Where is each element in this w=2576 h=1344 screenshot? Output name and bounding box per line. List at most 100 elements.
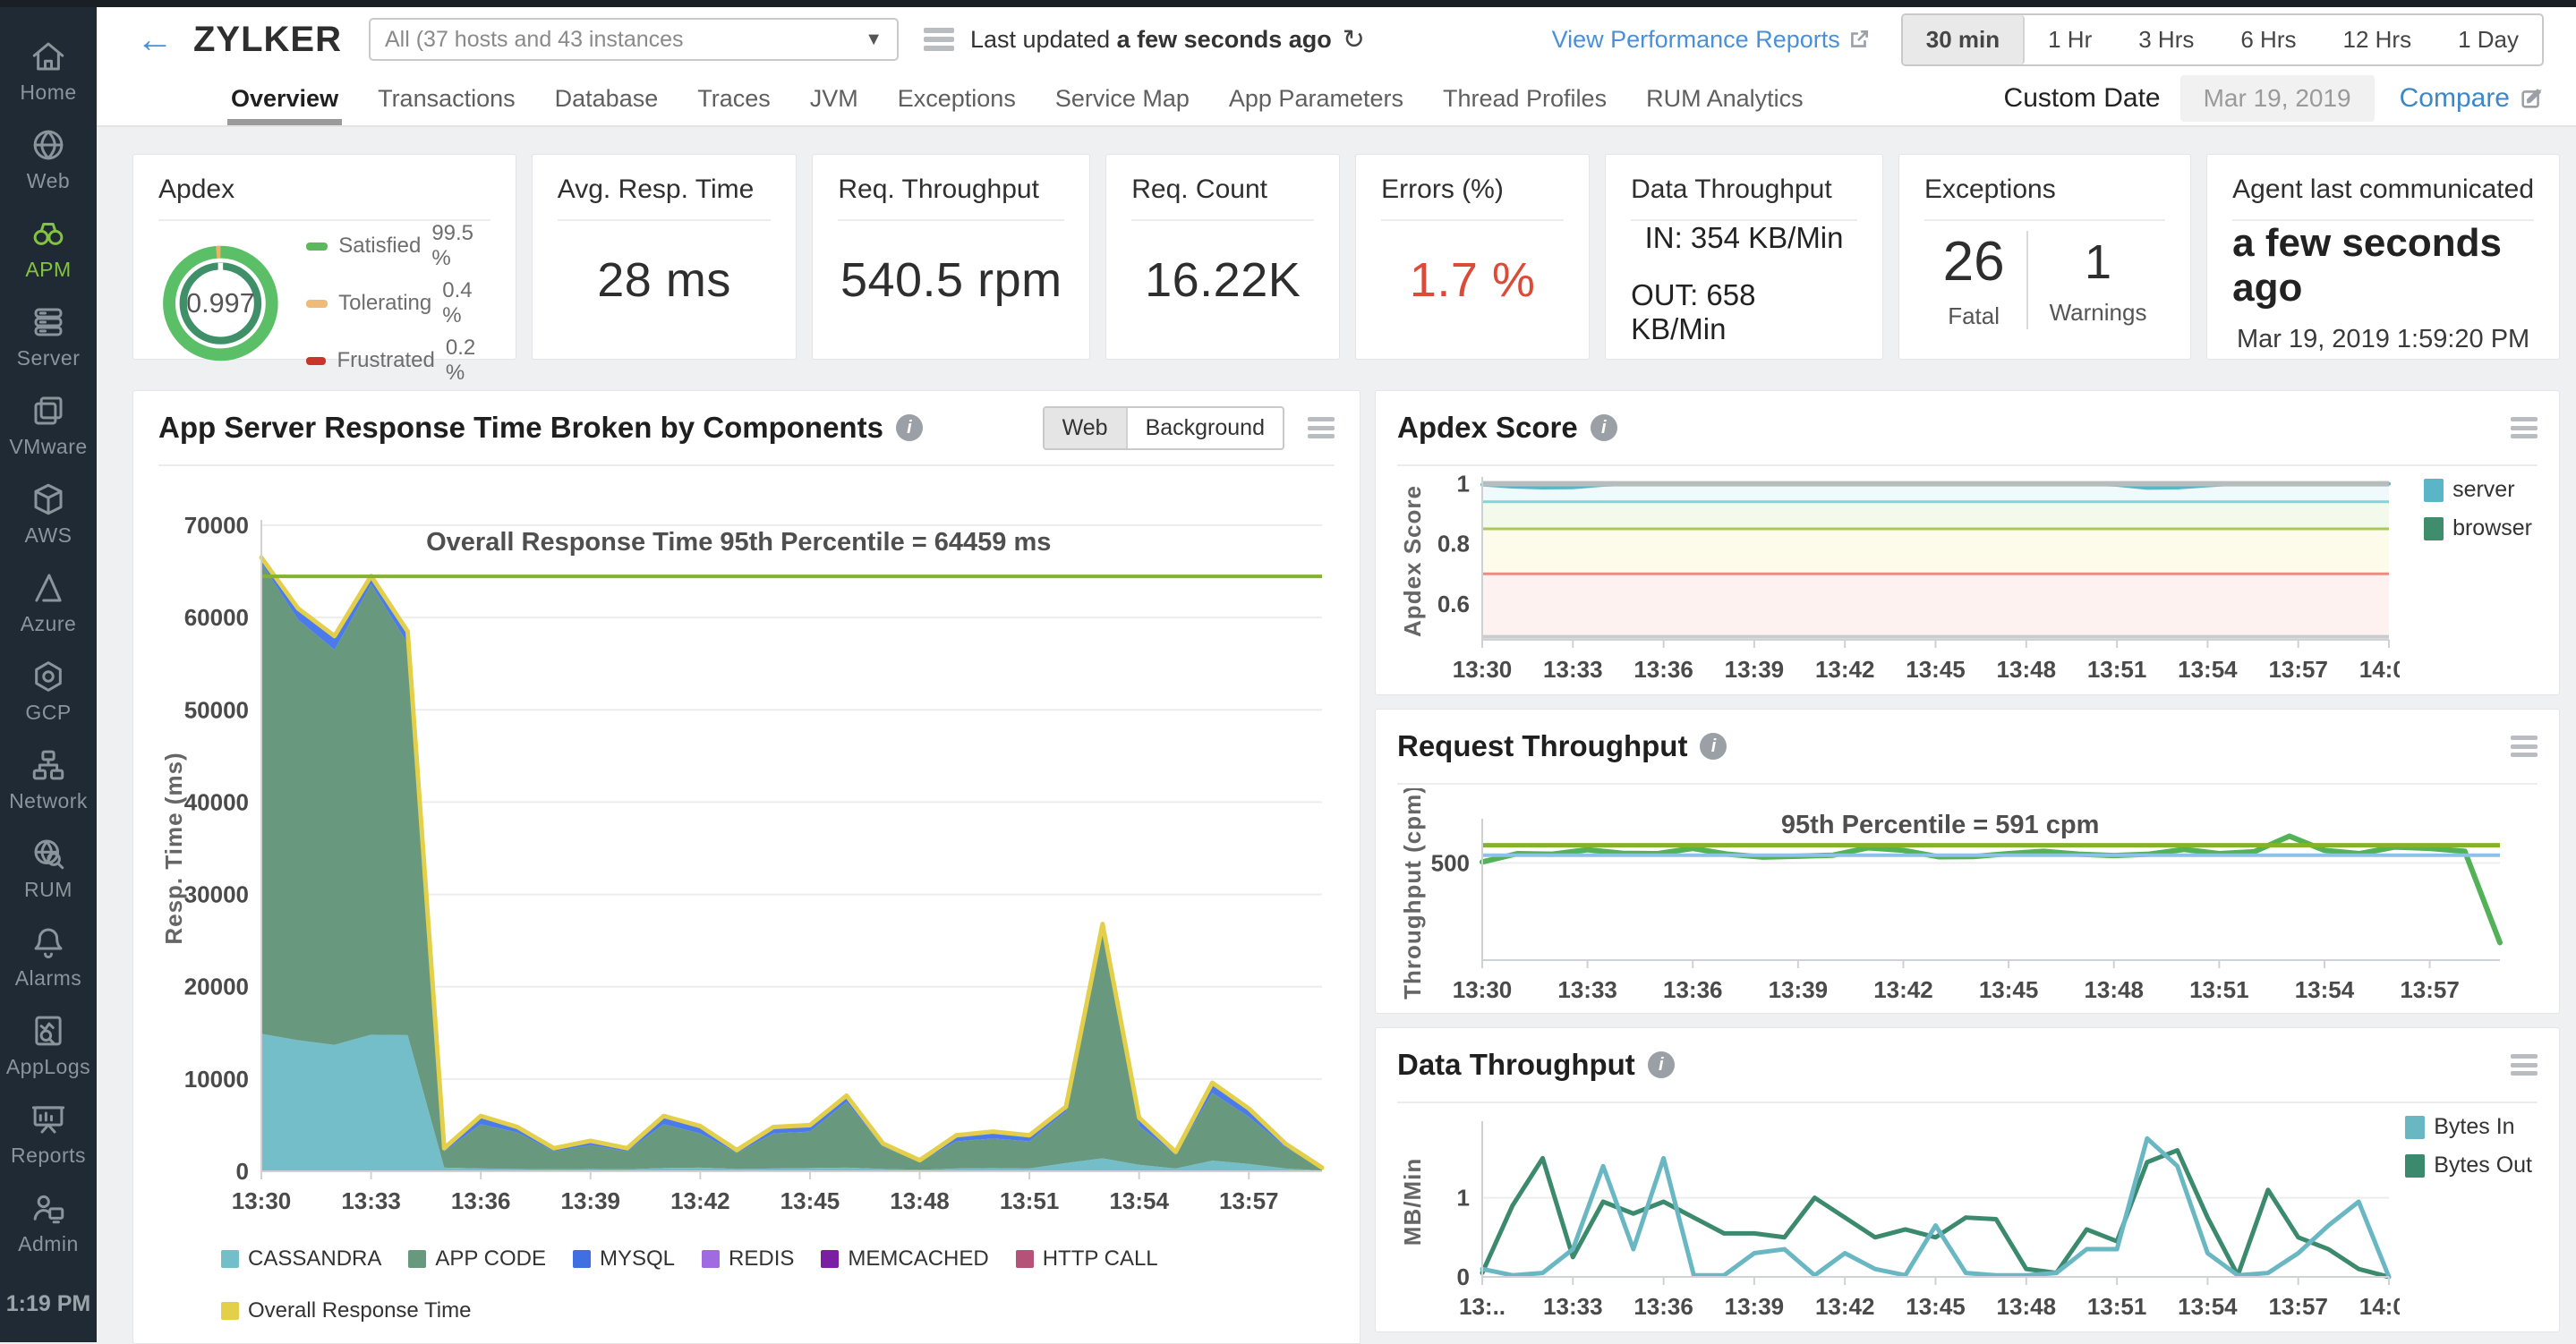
info-icon[interactable]: i: [1700, 733, 1727, 760]
sidebar-item-applogs[interactable]: AppLogs: [0, 1001, 97, 1090]
legend-cassandra[interactable]: CASSANDRA: [221, 1246, 381, 1272]
toggle-background[interactable]: Background: [1128, 408, 1283, 448]
tab-exceptions[interactable]: Exceptions: [898, 72, 1016, 125]
sidebar-item-gcp[interactable]: GCP: [0, 647, 97, 736]
avg-resp-time-card: Avg. Resp. Time 28 ms: [532, 154, 798, 360]
chevron-down-icon: ▼: [865, 30, 883, 50]
svg-text:13:42: 13:42: [1815, 656, 1875, 683]
svg-text:13:30: 13:30: [1453, 656, 1513, 683]
last-updated-text: Last updated a few seconds ago: [970, 26, 1332, 54]
sidebar-item-home[interactable]: Home: [0, 27, 97, 115]
svg-text:13:30: 13:30: [232, 1187, 292, 1214]
globe-icon: [30, 126, 67, 164]
svg-text:10000: 10000: [184, 1066, 249, 1093]
tab-rum-analytics[interactable]: RUM Analytics: [1646, 72, 1804, 125]
svg-text:Overall Response Time 95th Per: Overall Response Time 95th Percentile = …: [426, 528, 1051, 557]
chart-menu-icon[interactable]: [2511, 417, 2538, 438]
tab-overview[interactable]: Overview: [231, 72, 338, 125]
sidebar-item-vmware[interactable]: VMware: [0, 381, 97, 470]
tab-jvm[interactable]: JVM: [810, 72, 858, 125]
admin-icon: [30, 1189, 67, 1227]
tab-thread-profiles[interactable]: Thread Profiles: [1443, 72, 1607, 125]
reports-icon: [30, 1101, 67, 1138]
apdex-score-chart[interactable]: 10.80.613:3013:3313:3613:3913:4213:4513:…: [1397, 470, 2400, 693]
card-title: Errors (%): [1381, 174, 1564, 221]
sidebar-item-label: Alarms: [15, 966, 82, 991]
refresh-icon[interactable]: ↻: [1343, 24, 1365, 55]
chart-menu-icon[interactable]: [1308, 417, 1335, 438]
svg-text:95th Percentile = 591 cpm: 95th Percentile = 591 cpm: [1781, 811, 2099, 839]
chart-menu-icon[interactable]: [2511, 1054, 2538, 1076]
svg-text:13:48: 13:48: [2084, 976, 2144, 1003]
data-throughput-chart[interactable]: 0113:..13:3313:3613:3913:4213:4513:4813:…: [1397, 1107, 2400, 1331]
sidebar-item-web[interactable]: Web: [0, 115, 97, 204]
list-menu-icon[interactable]: [924, 28, 954, 51]
sidebar-item-alarms[interactable]: Alarms: [0, 913, 97, 1001]
request-throughput-chart[interactable]: 50013:3013:3313:3613:3913:4213:4513:4813…: [1397, 788, 2536, 1014]
back-arrow-icon[interactable]: ←: [136, 21, 174, 58]
agent-timestamp: Mar 19, 2019 1:59:20 PM: [2237, 325, 2529, 354]
svg-text:0: 0: [236, 1158, 249, 1185]
instance-selector-dropdown[interactable]: All (37 hosts and 43 instances ▼: [369, 18, 899, 61]
fatal-count[interactable]: 26: [1943, 230, 2005, 293]
range-1day[interactable]: 1 Day: [2435, 15, 2542, 64]
aws-icon: [30, 481, 67, 518]
sidebar-item-azure[interactable]: Azure: [0, 558, 97, 647]
view-performance-reports-link[interactable]: View Performance Reports: [1552, 26, 1871, 54]
sidebar-item-label: Azure: [21, 612, 77, 636]
range-1hr[interactable]: 1 Hr: [2025, 15, 2115, 64]
info-icon[interactable]: i: [896, 414, 923, 441]
sidebar-item-apm[interactable]: APM: [0, 204, 97, 293]
legend-redis[interactable]: REDIS: [702, 1246, 794, 1272]
toggle-web[interactable]: Web: [1045, 408, 1128, 448]
range-6hrs[interactable]: 6 Hrs: [2217, 15, 2319, 64]
data-throughput-legend: Bytes In Bytes Out: [2405, 1114, 2532, 1178]
legend-http-call[interactable]: HTTP CALL: [1016, 1246, 1158, 1272]
svg-text:1: 1: [1457, 1185, 1470, 1212]
time-range-group: 30 min 1 Hr 3 Hrs 6 Hrs 12 Hrs 1 Day: [1901, 13, 2544, 66]
svg-text:MB/Min: MB/Min: [1399, 1158, 1426, 1246]
legend-memcached[interactable]: MEMCACHED: [821, 1246, 988, 1272]
svg-text:13:39: 13:39: [1725, 656, 1785, 683]
sidebar-item-aws[interactable]: AWS: [0, 470, 97, 558]
svg-text:13:57: 13:57: [2268, 656, 2328, 683]
legend-bytes-in[interactable]: Bytes In: [2405, 1114, 2532, 1140]
range-12hrs[interactable]: 12 Hrs: [2320, 15, 2435, 64]
tab-transactions[interactable]: Transactions: [378, 72, 516, 125]
range-3hrs[interactable]: 3 Hrs: [2115, 15, 2217, 64]
data-throughput-panel: Data Throughput i 0113:..13:3313:3613:39…: [1375, 1027, 2560, 1332]
legend-server[interactable]: server: [2424, 477, 2532, 503]
req-count-value: 16.22K: [1145, 252, 1301, 308]
legend-browser[interactable]: browser: [2424, 515, 2532, 541]
sidebar-item-reports[interactable]: Reports: [0, 1090, 97, 1178]
svg-text:500: 500: [1431, 849, 1470, 876]
svg-text:13:42: 13:42: [1873, 976, 1933, 1003]
date-input[interactable]: Mar 19, 2019: [2180, 75, 2375, 122]
tab-traces[interactable]: Traces: [697, 72, 771, 125]
components-chart[interactable]: 01000020000300004000050000600007000013:3…: [158, 472, 1335, 1234]
warnings-count[interactable]: 1: [2085, 234, 2111, 290]
legend-overall[interactable]: Overall Response Time: [221, 1298, 471, 1323]
info-icon[interactable]: i: [1591, 414, 1617, 441]
tab-service-map[interactable]: Service Map: [1055, 72, 1190, 125]
svg-text:13:39: 13:39: [1769, 976, 1829, 1003]
range-30min[interactable]: 30 min: [1903, 15, 2025, 64]
tabs: Overview Transactions Database Traces JV…: [231, 72, 1804, 125]
chart-menu-icon[interactable]: [2511, 736, 2538, 757]
sidebar-item-admin[interactable]: Admin: [0, 1178, 97, 1267]
home-icon: [30, 38, 67, 75]
legend-app-code[interactable]: APP CODE: [408, 1246, 546, 1272]
compare-link[interactable]: Compare: [2400, 83, 2544, 114]
main-area: ← ZYLKER All (37 hosts and 43 instances …: [97, 7, 2576, 1342]
sidebar-item-rum[interactable]: RUM: [0, 824, 97, 913]
tab-database[interactable]: Database: [555, 72, 659, 125]
edit-icon: [2519, 86, 2544, 111]
legend-mysql[interactable]: MYSQL: [573, 1246, 675, 1272]
sidebar-item-network[interactable]: Network: [0, 736, 97, 824]
legend-bytes-out[interactable]: Bytes Out: [2405, 1153, 2532, 1178]
tab-app-parameters[interactable]: App Parameters: [1229, 72, 1403, 125]
sidebar-item-server[interactable]: Server: [0, 293, 97, 381]
info-icon[interactable]: i: [1648, 1051, 1675, 1078]
svg-text:0.8: 0.8: [1437, 531, 1470, 557]
svg-text:14:00: 14:00: [2359, 1293, 2400, 1320]
